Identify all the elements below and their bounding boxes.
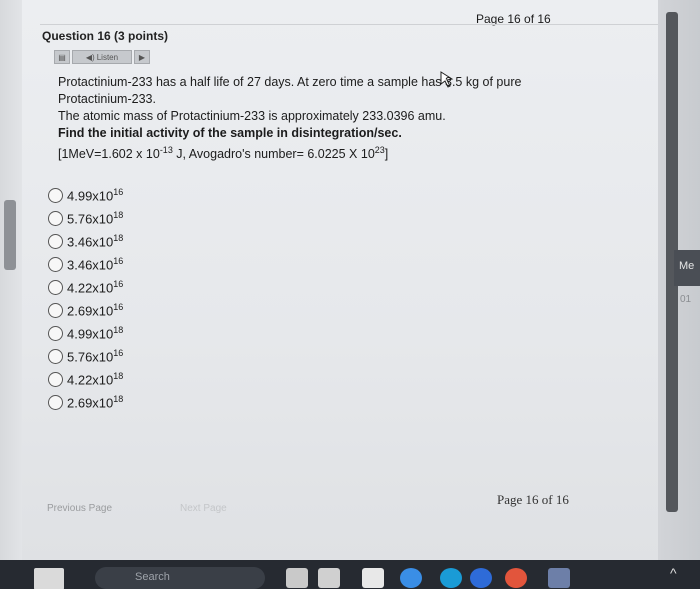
widgets-icon[interactable] — [318, 568, 340, 588]
chat-icon[interactable] — [362, 568, 384, 588]
option-exponent: 16 — [113, 256, 124, 267]
answer-option[interactable]: 2.69x1018 — [48, 391, 123, 414]
question-line-1: Protactinium-233 has a half life of 27 d… — [58, 75, 522, 89]
answer-option-label: 5.76x1018 — [67, 210, 123, 226]
question-line-2: Protactinium-233. — [58, 92, 156, 106]
toolbar-menu-button[interactable]: ▤ — [54, 50, 70, 64]
answer-option[interactable]: 4.22x1016 — [48, 276, 123, 299]
edge-icon[interactable] — [440, 568, 462, 588]
firefox-icon[interactable] — [470, 568, 492, 588]
answer-option[interactable]: 4.99x1016 — [48, 184, 123, 207]
answer-option[interactable]: 5.76x1018 — [48, 207, 123, 230]
chrome-icon[interactable] — [505, 568, 527, 588]
constants-exp-1: -13 — [159, 145, 173, 155]
side-panel-sub: 01 — [680, 294, 692, 305]
listen-button[interactable]: ◀) Listen — [72, 50, 132, 64]
question-line-3: The atomic mass of Protactinium-233 is a… — [58, 109, 446, 123]
question-title: Question 16 (3 points) — [42, 29, 169, 43]
constants-exp-2: 23 — [374, 145, 385, 155]
option-base: 2.69x10 — [67, 395, 114, 411]
option-exponent: 18 — [113, 210, 124, 221]
listen-label: Listen — [96, 52, 119, 62]
radio-button[interactable] — [48, 188, 63, 203]
next-page-button[interactable]: Next Page — [180, 503, 227, 514]
explorer-icon[interactable] — [400, 568, 422, 588]
option-base: 4.99x10 — [67, 188, 114, 204]
radio-button[interactable] — [48, 211, 63, 226]
menu-icon: ▤ — [58, 52, 66, 62]
browser-screen: Me 01 Page 16 of 16 Question 16 (3 point… — [0, 0, 700, 560]
option-exponent: 18 — [113, 233, 124, 244]
answer-option-label: 4.22x1016 — [67, 279, 123, 295]
option-exponent: 18 — [113, 394, 124, 405]
chevron-up-icon[interactable]: ^ — [670, 565, 677, 581]
answer-option-label: 3.46x1016 — [67, 256, 123, 272]
answer-option-label: 4.22x1018 — [67, 371, 123, 387]
radio-button[interactable] — [48, 303, 63, 318]
constants-part-c: ] — [384, 147, 389, 162]
constants-part-b: J, Avogadro's number= 6.0225 X 10 — [172, 147, 375, 162]
play-button[interactable]: ▶ — [134, 50, 150, 64]
option-base: 5.76x10 — [67, 211, 114, 227]
answer-option-label: 4.99x1016 — [67, 187, 123, 203]
radio-button[interactable] — [48, 326, 63, 341]
answer-option[interactable]: 5.76x1016 — [48, 345, 123, 368]
play-icon: ▶ — [138, 52, 146, 62]
radio-button[interactable] — [48, 280, 63, 295]
question-toolbar: ▤ ◀) Listen ▶ — [54, 50, 158, 64]
answer-options: 4.99x1016 5.76x1018 3.46x1018 3.46x1016 4.22… — [48, 184, 123, 414]
answer-option-label: 3.46x1018 — [67, 233, 123, 249]
left-scrollbar-thumb[interactable] — [4, 200, 16, 270]
radio-button[interactable] — [48, 395, 63, 410]
task-view-icon[interactable] — [286, 568, 308, 588]
option-base: 3.46x10 — [67, 234, 114, 250]
answer-option-label: 2.69x1016 — [67, 302, 123, 318]
constants-part-a: [1MeV=1.602 x 10 — [58, 147, 160, 162]
option-exponent: 16 — [113, 279, 124, 290]
option-exponent: 16 — [113, 302, 124, 313]
answer-option-label: 2.69x1018 — [67, 394, 123, 410]
page-indicator-bottom: Page 16 of 16 — [497, 492, 569, 507]
option-base: 4.22x10 — [67, 372, 114, 388]
radio-button[interactable] — [48, 349, 63, 364]
previous-page-button[interactable]: Previous Page — [47, 503, 112, 514]
radio-button[interactable] — [48, 257, 63, 272]
option-exponent: 18 — [113, 325, 124, 336]
answer-option-label: 4.99x1018 — [67, 325, 123, 341]
left-scrollbar[interactable] — [0, 0, 22, 560]
option-base: 5.76x10 — [67, 349, 114, 365]
answer-option[interactable]: 4.99x1018 — [48, 322, 123, 345]
answer-option[interactable]: 4.22x1018 — [48, 368, 123, 391]
radio-button[interactable] — [48, 234, 63, 249]
option-exponent: 16 — [113, 348, 124, 359]
option-exponent: 18 — [113, 371, 124, 382]
answer-option[interactable]: 3.46x1018 — [48, 230, 123, 253]
question-body: Protactinium-233 has a half life of 27 d… — [58, 74, 618, 163]
taskbar-search[interactable]: Search — [95, 567, 265, 589]
store-icon[interactable] — [548, 568, 570, 588]
answer-option[interactable]: 2.69x1016 — [48, 299, 123, 322]
side-panel-tab[interactable]: Me — [674, 250, 700, 286]
option-base: 4.22x10 — [67, 280, 114, 296]
option-base: 3.46x10 — [67, 257, 114, 273]
answer-option-label: 5.76x1016 — [67, 348, 123, 364]
start-button[interactable] — [34, 568, 64, 589]
answer-option[interactable]: 3.46x1016 — [48, 253, 123, 276]
option-base: 2.69x10 — [67, 303, 114, 319]
question-line-5: [1MeV=1.602 x 10-13 J, Avogadro's number… — [58, 142, 618, 163]
speaker-icon: ◀) — [85, 52, 95, 62]
question-line-4: Find the initial activity of the sample … — [58, 126, 402, 140]
option-exponent: 16 — [113, 187, 124, 198]
radio-button[interactable] — [48, 372, 63, 387]
option-base: 4.99x10 — [67, 326, 114, 342]
